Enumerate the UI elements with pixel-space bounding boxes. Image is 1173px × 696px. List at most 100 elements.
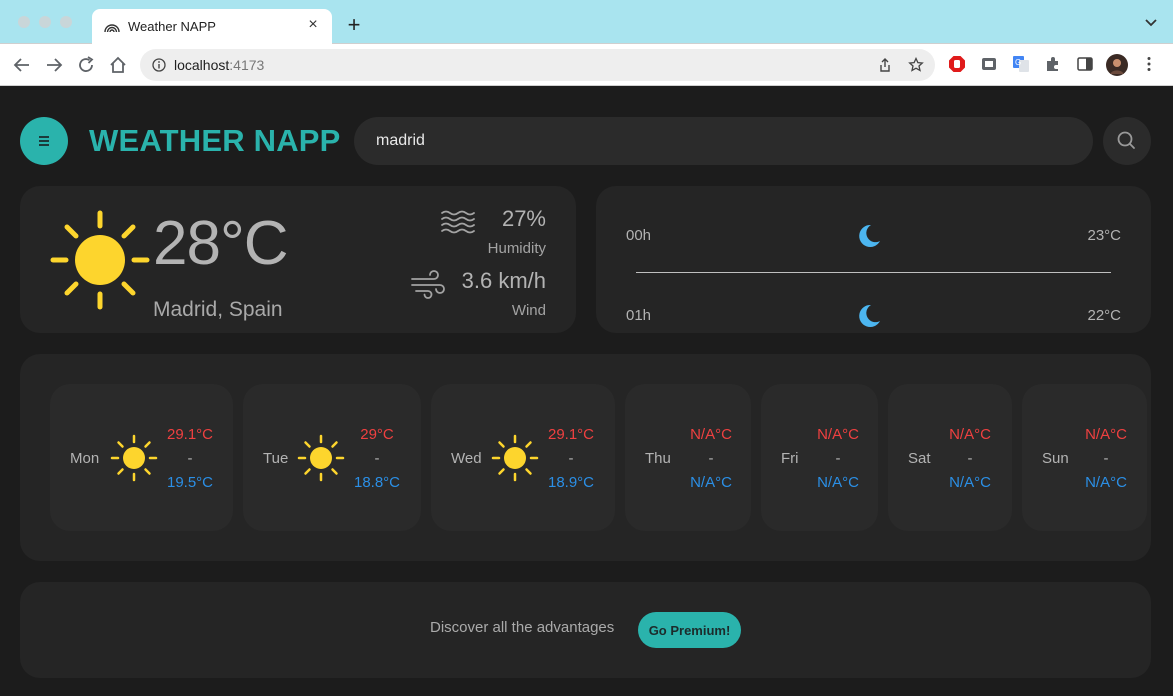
city-search-input[interactable]	[354, 117, 1093, 165]
translate-extension-icon[interactable]: G	[1012, 55, 1030, 73]
promo-text: Discover all the advantages	[430, 619, 615, 636]
day-min-temp: N/A°C	[1085, 474, 1127, 491]
day-min-temp: 19.5°C	[166, 474, 214, 491]
weather-app: WEATHER NAPP 28°C Madrid, Spain	[0, 86, 1173, 696]
day-name: Sat	[908, 450, 931, 467]
day-max-temp: N/A°C	[1085, 426, 1127, 443]
back-arrow-icon[interactable]	[11, 54, 33, 76]
address-bar[interactable]: localhost:4173	[140, 49, 935, 81]
side-panel-icon[interactable]	[1076, 55, 1094, 73]
current-weather-card: 28°C Madrid, Spain 27% Humidity 3.6 km/h…	[20, 186, 576, 333]
url-host: localhost	[174, 57, 230, 73]
screenshot-extension-icon[interactable]	[980, 55, 998, 73]
puzzle-extensions-icon[interactable]	[1044, 55, 1062, 73]
search-button[interactable]	[1103, 117, 1151, 165]
kebab-menu-icon[interactable]	[1140, 55, 1158, 73]
rainbow-favicon-icon	[104, 24, 120, 33]
hamburger-menu-button[interactable]	[20, 117, 68, 165]
day-min-temp: 18.9°C	[547, 474, 595, 491]
forward-arrow-icon[interactable]	[43, 54, 65, 76]
wind-value: 3.6 km/h	[461, 268, 546, 293]
url-text: localhost:4173	[174, 57, 264, 73]
menu-line	[39, 144, 49, 146]
browser-tab[interactable]: Weather NAPP ×	[92, 9, 332, 44]
info-icon[interactable]	[152, 58, 166, 72]
day-temp-separator: -	[835, 450, 841, 467]
hourly-row: 00h 23°C	[596, 220, 1151, 250]
tab-title: Weather NAPP	[128, 19, 216, 34]
day-card-thu: Thu N/A°C - N/A°C	[625, 384, 751, 531]
search-icon	[1117, 131, 1135, 149]
new-tab-button[interactable]: +	[343, 14, 365, 36]
day-max-temp: N/A°C	[690, 426, 732, 443]
day-min-temp: N/A°C	[690, 474, 732, 491]
day-min-temp: 18.8°C	[353, 474, 401, 491]
browser-toolbar: localhost:4173 G	[0, 44, 1173, 86]
day-temp-separator: -	[187, 450, 193, 467]
humidity-label: Humidity	[487, 240, 546, 257]
hour-temp: 22°C	[1087, 307, 1121, 324]
hour-time: 00h	[626, 227, 652, 244]
day-max-temp: N/A°C	[817, 426, 859, 443]
premium-promo-card: Discover all the advantages Go Premium!	[20, 582, 1151, 678]
day-card-wed: Wed 29.1°C - 18.9°C	[431, 384, 615, 531]
day-min-temp: N/A°C	[817, 474, 859, 491]
hour-time: 01h	[626, 307, 652, 324]
window-close-control[interactable]	[18, 16, 30, 28]
moon-icon	[859, 224, 880, 247]
humidity-value: 27%	[501, 206, 546, 231]
home-icon[interactable]	[107, 54, 129, 76]
wind-label: Wind	[511, 302, 546, 319]
day-name: Mon	[70, 450, 100, 467]
day-name: Wed	[451, 450, 482, 467]
tab-close-icon[interactable]: ×	[304, 16, 322, 34]
day-temp-separator: -	[374, 450, 380, 467]
day-max-temp: N/A°C	[949, 426, 991, 443]
window-zoom-control[interactable]	[60, 16, 72, 28]
day-max-temp: 29.1°C	[166, 426, 214, 443]
current-location: Madrid, Spain	[153, 298, 283, 321]
browser-tab-bar: Weather NAPP × +	[0, 0, 1173, 44]
app-title: WEATHER NAPP	[89, 123, 341, 158]
day-max-temp: 29.1°C	[547, 426, 595, 443]
humidity-waves-icon	[441, 210, 475, 234]
day-temp-separator: -	[1103, 450, 1109, 467]
menu-line	[39, 140, 49, 142]
day-min-temp: N/A°C	[949, 474, 991, 491]
day-name: Sun	[1042, 450, 1069, 467]
wind-icon	[411, 270, 445, 299]
svg-text:G: G	[1015, 58, 1021, 67]
day-card-fri: Fri N/A°C - N/A°C	[761, 384, 878, 531]
day-card-sat: Sat N/A°C - N/A°C	[888, 384, 1012, 531]
hourly-forecast-card: 00h 23°C 01h 22°C	[596, 186, 1151, 333]
hour-temp: 23°C	[1087, 227, 1121, 244]
window-minimize-control[interactable]	[39, 16, 51, 28]
day-temp-separator: -	[967, 450, 973, 467]
sun-icon	[491, 434, 539, 482]
day-max-temp: 29°C	[360, 426, 394, 443]
menu-line	[39, 136, 49, 138]
current-temperature: 28°C	[153, 209, 289, 278]
go-premium-button[interactable]: Go Premium!	[638, 612, 741, 648]
adblock-extension-icon[interactable]	[948, 55, 966, 73]
day-temp-separator: -	[568, 450, 574, 467]
hourly-divider	[636, 272, 1111, 273]
sun-icon	[297, 434, 345, 482]
reload-icon[interactable]	[75, 54, 97, 76]
day-name: Thu	[645, 450, 671, 467]
bookmark-star-icon[interactable]	[908, 57, 924, 73]
day-card-mon: Mon 29.1°C - 19.5°C	[50, 384, 233, 531]
weekly-forecast-card: Mon 29.1°C - 19.5°C Tue 29°C - 18.8°C We…	[20, 354, 1151, 561]
profile-avatar[interactable]	[1106, 54, 1128, 76]
moon-icon	[859, 304, 880, 327]
hourly-row: 01h 22°C	[596, 300, 1151, 330]
chevron-down-icon[interactable]	[1143, 14, 1159, 30]
day-card-tue: Tue 29°C - 18.8°C	[243, 384, 421, 531]
day-card-sun: Sun N/A°C - N/A°C	[1022, 384, 1147, 531]
url-port: :4173	[229, 57, 265, 73]
share-icon[interactable]	[877, 57, 893, 73]
day-name: Tue	[263, 450, 289, 467]
day-name: Fri	[781, 450, 799, 467]
sun-icon	[50, 210, 150, 310]
day-temp-separator: -	[708, 450, 714, 467]
